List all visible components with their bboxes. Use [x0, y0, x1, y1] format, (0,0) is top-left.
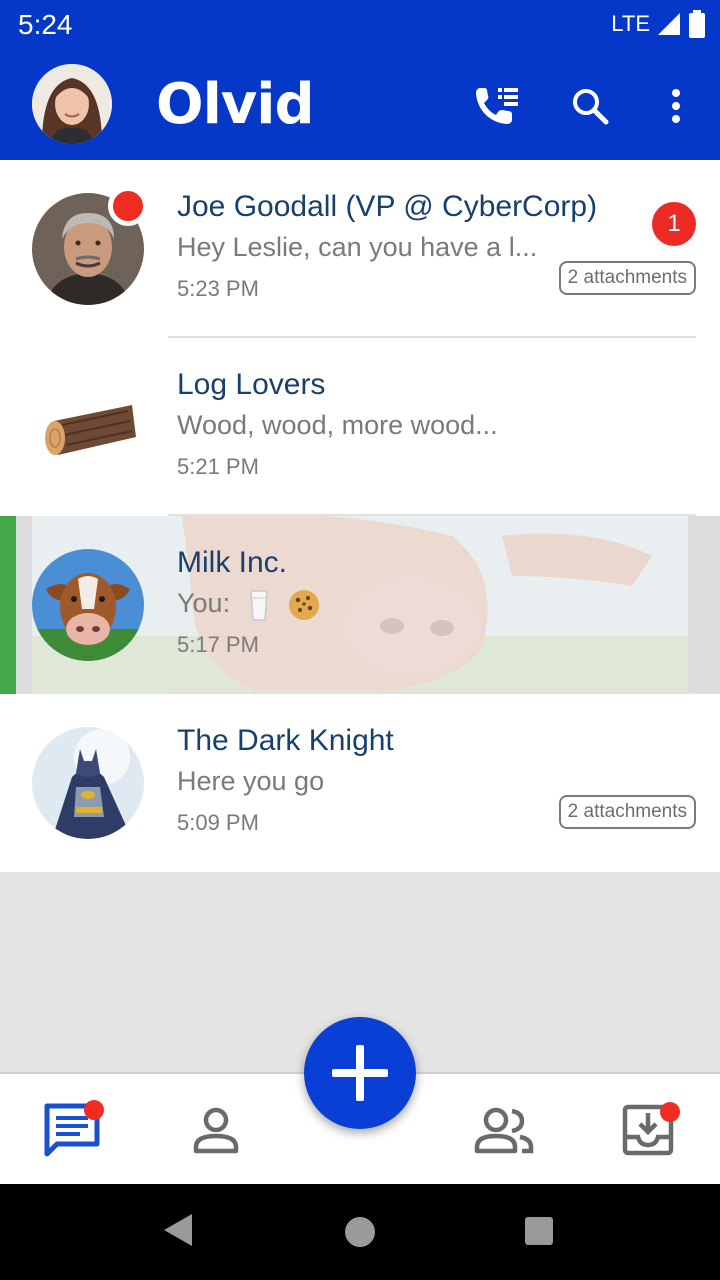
discussion-preview: You:	[177, 588, 321, 622]
cookie-icon	[289, 590, 320, 620]
discussion-time: 5:17 PM	[177, 632, 259, 657]
attachments-badge: 2 attachments	[558, 261, 696, 295]
system-navigation-bar	[0, 1184, 720, 1280]
status-time: 5:24	[18, 9, 73, 40]
discussion-name: Milk Inc.	[177, 546, 288, 579]
status-bar: 5:24 LTE	[0, 0, 720, 50]
home-icon[interactable]	[344, 1216, 376, 1248]
plus-icon	[332, 1045, 388, 1101]
log-avatar	[32, 371, 144, 483]
discussion-row-log-lovers[interactable]: Log Lovers Wood, wood, more wood... 5:21…	[0, 338, 720, 516]
more-options-button[interactable]	[648, 78, 704, 134]
nav-invitations[interactable]	[616, 1100, 680, 1160]
recents-icon[interactable]	[524, 1216, 554, 1246]
milk-glass-icon	[249, 590, 268, 621]
status-icons: LTE	[611, 10, 706, 38]
call-log-icon	[476, 88, 518, 124]
discussion-name: Log Lovers	[177, 368, 326, 401]
nav-contacts[interactable]	[184, 1100, 248, 1160]
back-icon[interactable]	[162, 1212, 194, 1248]
discussion-row-dark-knight[interactable]: The Dark Knight Here you go 5:09 PM 2 at…	[0, 694, 720, 872]
call-log-button[interactable]	[468, 78, 524, 134]
discussion-time: 5:21 PM	[177, 454, 259, 479]
profile-avatar[interactable]	[32, 64, 112, 144]
discussion-name: The Dark Knight	[177, 724, 394, 757]
preview-sender: You:	[177, 588, 231, 619]
more-vert-icon	[672, 89, 680, 123]
app-bar: Olvid	[0, 50, 720, 160]
contacts-icon	[193, 1107, 239, 1154]
cow-avatar	[32, 549, 144, 661]
discussion-preview: Hey Leslie, can you have a l...	[177, 232, 538, 262]
discussion-row-milk-inc[interactable]: Milk Inc. You: 5:17 PM	[0, 516, 720, 694]
batman-avatar	[32, 727, 144, 839]
groups-icon	[474, 1107, 534, 1154]
discussion-preview: Wood, wood, more wood...	[177, 410, 498, 440]
invitations-badge	[660, 1102, 680, 1122]
nav-discussions[interactable]	[40, 1100, 104, 1160]
discussion-preview: Here you go	[177, 766, 325, 796]
discussion-list: Joe Goodall (VP @ CyberCorp) Hey Leslie,…	[0, 160, 720, 872]
unread-dot	[108, 186, 148, 226]
discussion-name: Joe Goodall (VP @ CyberCorp)	[177, 190, 598, 223]
nav-groups[interactable]	[472, 1100, 536, 1160]
discussions-badge	[84, 1100, 104, 1120]
app-logo: Olvid	[156, 72, 315, 137]
discussion-row-joe-goodall[interactable]: Joe Goodall (VP @ CyberCorp) Hey Leslie,…	[0, 160, 720, 338]
network-type: LTE	[611, 11, 650, 36]
discussion-time: 5:09 PM	[177, 810, 259, 835]
search-icon	[573, 89, 609, 125]
new-discussion-fab[interactable]	[304, 1017, 416, 1129]
discussion-time: 5:23 PM	[177, 276, 259, 301]
attachments-badge: 2 attachments	[558, 795, 696, 829]
search-button[interactable]	[562, 78, 618, 134]
unread-count-badge: 1	[652, 202, 696, 246]
battery-icon	[689, 10, 705, 38]
signal-icon	[658, 13, 680, 35]
swipe-indicator	[0, 516, 16, 694]
